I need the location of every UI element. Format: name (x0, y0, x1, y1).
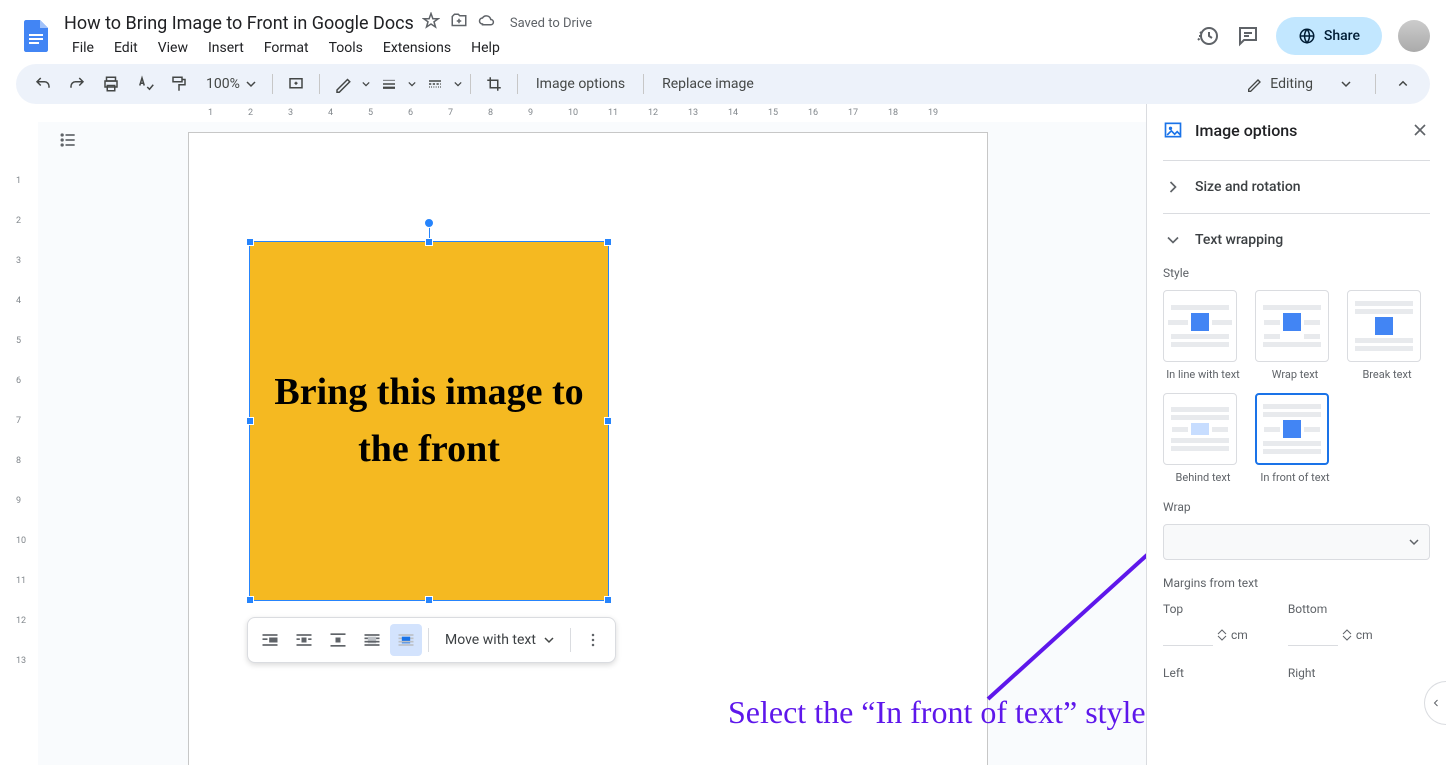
saved-status: Saved to Drive (510, 16, 592, 31)
margin-top-input[interactable] (1163, 624, 1213, 646)
redo-button[interactable] (62, 69, 92, 99)
section-size-label: Size and rotation (1195, 179, 1301, 195)
menu-file[interactable]: File (64, 36, 102, 60)
more-options-button[interactable] (577, 624, 609, 656)
wrap-dropdown[interactable] (1163, 524, 1430, 560)
add-comment-button[interactable] (281, 69, 311, 99)
border-color-button[interactable] (328, 69, 358, 99)
menu-insert[interactable]: Insert (200, 36, 252, 60)
undo-button[interactable] (28, 69, 58, 99)
front-text-button[interactable] (390, 624, 422, 656)
margins-label: Margins from text (1163, 576, 1430, 590)
menubar: File Edit View Insert Format Tools Exten… (64, 36, 1196, 60)
unit-label: cm (1231, 628, 1248, 642)
border-weight-button[interactable] (374, 69, 404, 99)
zoom-dropdown[interactable]: 100% (198, 76, 264, 92)
position-dropdown[interactable]: Move with text (435, 626, 564, 654)
toolbar: 100% Image options Replace image Editing (16, 64, 1430, 104)
style-front-label: In front of text (1255, 471, 1335, 484)
menu-extensions[interactable]: Extensions (375, 36, 459, 60)
section-size-rotation[interactable]: Size and rotation (1163, 177, 1430, 197)
share-label: Share (1324, 28, 1360, 44)
margin-top-label: Top (1163, 602, 1248, 616)
margin-bottom-input[interactable] (1288, 624, 1338, 646)
horizontal-ruler: 1 2 3 4 5 6 7 8 9 10 11 12 13 14 15 16 1… (38, 104, 1146, 122)
style-break[interactable] (1347, 290, 1421, 362)
style-behind[interactable] (1163, 393, 1237, 465)
position-label: Move with text (445, 632, 536, 648)
resize-handle-tl[interactable] (246, 238, 254, 246)
docs-logo-icon[interactable] (16, 16, 56, 56)
wrap-text-button[interactable] (288, 624, 320, 656)
crop-button[interactable] (479, 69, 509, 99)
unit-label: cm (1356, 628, 1373, 642)
style-inline-label: In line with text (1163, 368, 1243, 381)
resize-handle-mr[interactable] (604, 417, 612, 425)
style-break-label: Break text (1347, 368, 1427, 381)
close-panel-button[interactable] (1410, 120, 1430, 140)
section-text-wrapping[interactable]: Text wrapping (1163, 230, 1430, 250)
image-icon (1163, 120, 1183, 140)
image-options-button[interactable]: Image options (526, 70, 635, 98)
outline-toggle-button[interactable] (50, 122, 86, 158)
star-icon[interactable] (422, 12, 440, 34)
document-title[interactable]: How to Bring Image to Front in Google Do… (64, 13, 414, 34)
spellcheck-button[interactable] (130, 69, 160, 99)
resize-handle-ml[interactable] (246, 417, 254, 425)
zoom-value: 100% (206, 76, 240, 92)
margin-left-label: Left (1163, 666, 1248, 680)
collapse-toolbar-button[interactable] (1388, 69, 1418, 99)
print-button[interactable] (96, 69, 126, 99)
comment-icon[interactable] (1236, 24, 1260, 48)
editing-label: Editing (1270, 76, 1313, 92)
move-to-folder-icon[interactable] (450, 12, 468, 34)
spinner-icon[interactable] (1342, 629, 1352, 641)
behind-text-button[interactable] (356, 624, 388, 656)
style-behind-label: Behind text (1163, 471, 1243, 484)
rotate-handle[interactable] (424, 218, 434, 228)
style-inline[interactable] (1163, 290, 1237, 362)
selected-image[interactable]: Bring this image to the front (249, 241, 609, 601)
document-page[interactable]: Bring this image to the front Move with … (188, 132, 988, 765)
break-text-button[interactable] (322, 624, 354, 656)
border-dash-button[interactable] (420, 69, 450, 99)
spinner-icon[interactable] (1217, 629, 1227, 641)
menu-edit[interactable]: Edit (106, 36, 146, 60)
wrap-inline-button[interactable] (254, 624, 286, 656)
history-icon[interactable] (1196, 24, 1220, 48)
resize-handle-bl[interactable] (246, 596, 254, 604)
paint-format-button[interactable] (164, 69, 194, 99)
image-options-panel: Image options Size and rotation Text wra… (1146, 104, 1446, 765)
menu-tools[interactable]: Tools (321, 36, 371, 60)
margin-right-label: Right (1288, 666, 1373, 680)
menu-format[interactable]: Format (256, 36, 317, 60)
section-wrap-label: Text wrapping (1195, 232, 1283, 248)
wrap-label: Wrap (1163, 500, 1430, 514)
margin-bottom-label: Bottom (1288, 602, 1373, 616)
vertical-ruler: 1 2 3 4 5 6 7 8 9 10 11 12 13 (0, 104, 38, 765)
image-floating-toolbar: Move with text (247, 617, 616, 663)
style-label: Style (1163, 266, 1430, 280)
resize-handle-tr[interactable] (604, 238, 612, 246)
share-button[interactable]: Share (1276, 17, 1382, 55)
annotation-text: Select the “In front of text” style (728, 692, 1146, 734)
style-front[interactable] (1255, 393, 1329, 465)
style-wrap[interactable] (1255, 290, 1329, 362)
panel-title: Image options (1195, 121, 1398, 140)
user-avatar[interactable] (1398, 20, 1430, 52)
editing-mode-dropdown[interactable]: Editing (1234, 70, 1363, 98)
image-content-text: Bring this image to the front (250, 364, 608, 478)
resize-handle-br[interactable] (604, 596, 612, 604)
cloud-saved-icon[interactable] (478, 12, 496, 34)
style-wrap-label: Wrap text (1255, 368, 1335, 381)
menu-view[interactable]: View (150, 36, 196, 60)
resize-handle-tm[interactable] (425, 238, 433, 246)
menu-help[interactable]: Help (463, 36, 508, 60)
resize-handle-bm[interactable] (425, 596, 433, 604)
replace-image-button[interactable]: Replace image (652, 70, 764, 98)
